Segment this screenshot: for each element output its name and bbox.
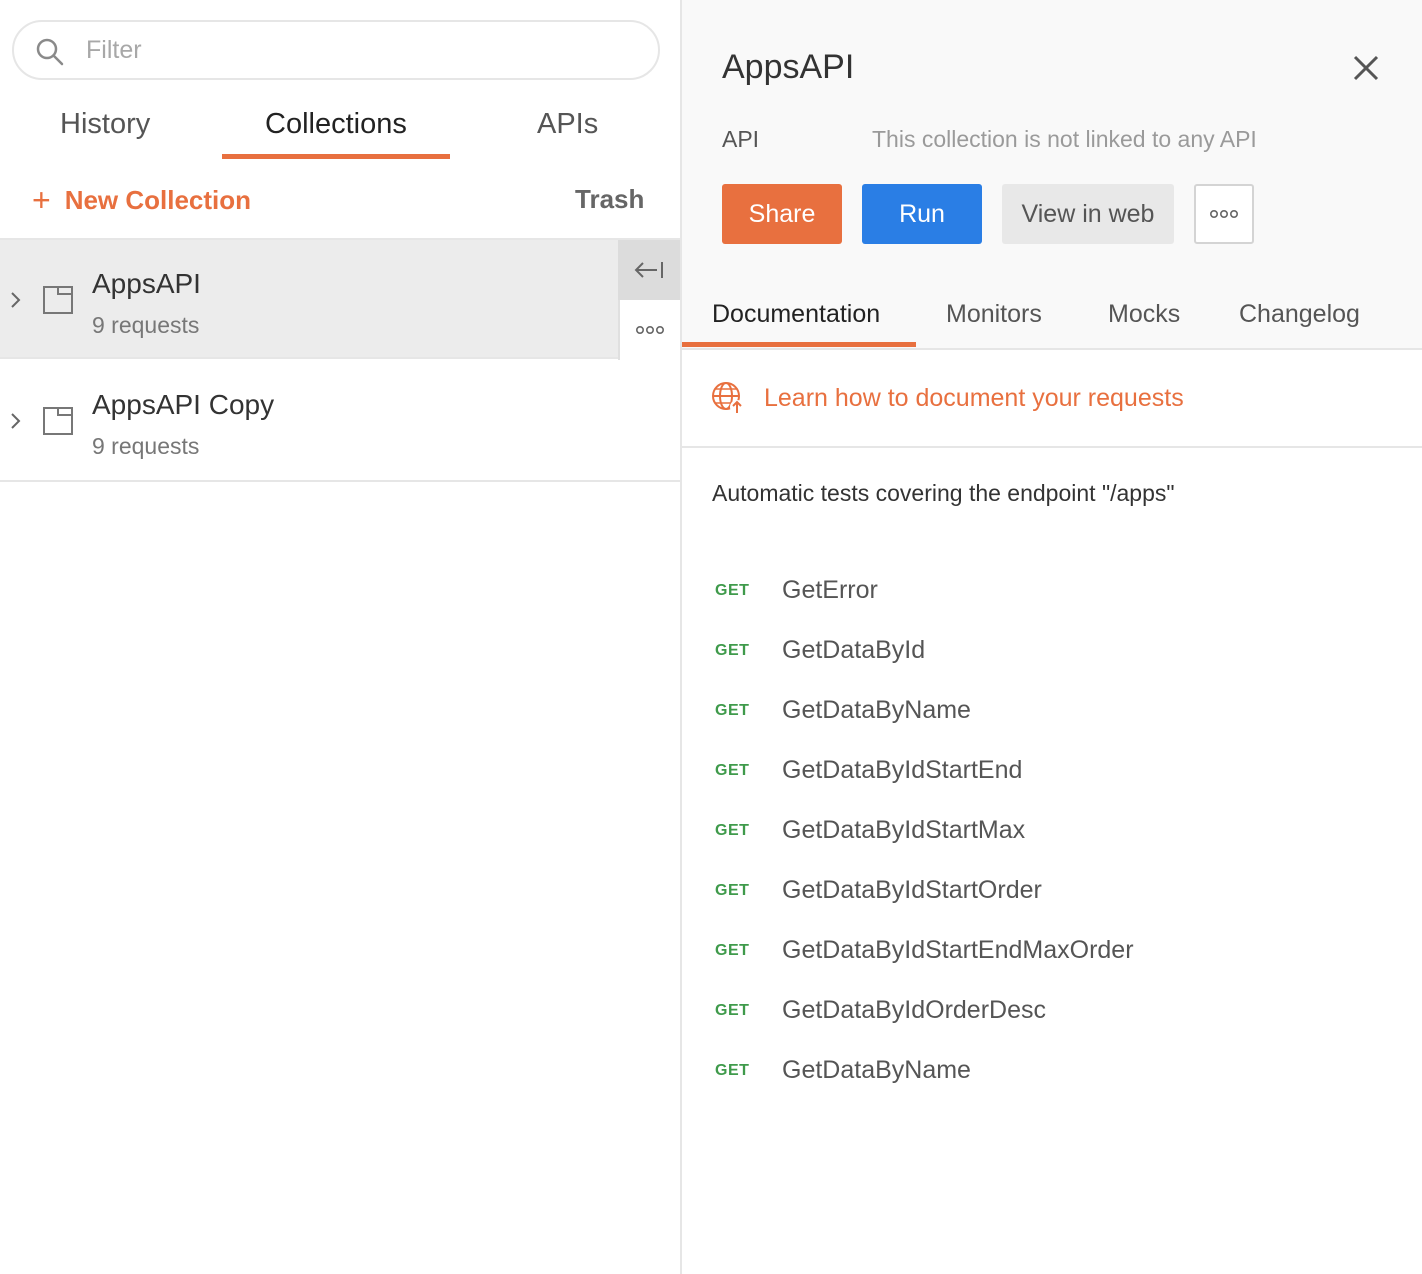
request-item[interactable]: GET GetDataByIdStartMax (682, 800, 1422, 860)
tab-collections[interactable]: Collections (265, 108, 407, 141)
method-badge: GET (715, 642, 750, 659)
request-item[interactable]: GET GetDataByIdStartOrder (682, 860, 1422, 920)
new-collection-button[interactable]: + New Collection (32, 184, 251, 216)
filter-input[interactable] (86, 32, 646, 68)
sidebar-tabs: History Collections APIs (0, 100, 680, 160)
collection-name: AppsAPI (92, 268, 201, 299)
run-button[interactable]: Run (862, 184, 982, 244)
api-label: API (722, 126, 760, 152)
method-badge: GET (715, 702, 750, 719)
method-badge: GET (715, 882, 750, 899)
request-name: GetDataByName (782, 1056, 971, 1084)
request-item[interactable]: GET GetDataById (682, 620, 1422, 680)
new-collection-label: New Collection (64, 184, 252, 215)
request-name: GetError (782, 576, 878, 604)
collection-more-button[interactable] (618, 300, 680, 360)
collection-actions: + New Collection Trash (0, 176, 680, 224)
request-name: GetDataByIdStartEnd (782, 756, 1023, 784)
tab-apis[interactable]: APIs (537, 108, 598, 141)
collection-item[interactable]: AppsAPI 9 requests (0, 238, 680, 360)
request-name: GetDataByIdStartOrder (782, 876, 1042, 904)
active-tab-indicator (682, 342, 916, 347)
learn-row: Learn how to document your requests (682, 350, 1422, 448)
share-button[interactable]: Share (722, 184, 842, 244)
request-name: GetDataByIdStartMax (782, 816, 1026, 844)
collection-count: 9 requests (92, 312, 200, 338)
request-item[interactable]: GET GetDataByIdOrderDesc (682, 980, 1422, 1040)
collection-item[interactable]: AppsAPI Copy 9 requests (0, 361, 680, 482)
globe-upload-icon (712, 382, 744, 414)
collection-count: 9 requests (92, 433, 200, 459)
method-badge: GET (715, 942, 750, 959)
request-name: GetDataById (782, 636, 926, 664)
request-item[interactable]: GET GetError (682, 560, 1422, 620)
sidebar: History Collections APIs + New Collectio… (0, 0, 680, 1274)
tab-mocks[interactable]: Mocks (1108, 300, 1180, 329)
active-tab-indicator (222, 154, 450, 159)
chevron-right-icon[interactable] (8, 409, 24, 433)
folder-icon (43, 407, 73, 435)
tab-changelog[interactable]: Changelog (1239, 300, 1360, 329)
detail-tabs: Documentation Monitors Mocks Changelog (682, 290, 1422, 350)
detail-header: AppsAPI API This collection is not linke… (682, 0, 1422, 350)
close-icon[interactable] (1352, 54, 1380, 82)
folder-icon (43, 286, 73, 314)
tab-history[interactable]: History (60, 108, 150, 141)
plus-icon: + (32, 182, 51, 218)
collection-detail-panel: AppsAPI API This collection is not linke… (682, 0, 1422, 1274)
request-name: GetDataByName (782, 696, 971, 724)
detail-title: AppsAPI (722, 48, 855, 86)
learn-docs-link[interactable]: Learn how to document your requests (764, 384, 1184, 413)
more-icon (1209, 209, 1238, 219)
request-item[interactable]: GET GetDataByName (682, 1040, 1422, 1100)
request-name: GetDataByIdStartEndMaxOrder (782, 936, 1134, 964)
method-badge: GET (715, 582, 750, 599)
collapse-left-icon (634, 262, 663, 278)
request-item[interactable]: GET GetDataByIdStartEnd (682, 740, 1422, 800)
view-in-web-button[interactable]: View in web (1002, 184, 1174, 244)
trash-button[interactable]: Trash (575, 184, 644, 215)
request-item[interactable]: GET GetDataByIdStartEndMaxOrder (682, 920, 1422, 980)
search-icon (36, 38, 64, 66)
method-badge: GET (715, 1062, 750, 1079)
request-name: GetDataByIdOrderDesc (782, 996, 1046, 1024)
collection-name: AppsAPI Copy (92, 389, 275, 420)
tab-monitors[interactable]: Monitors (946, 300, 1042, 329)
tab-documentation[interactable]: Documentation (712, 300, 880, 329)
collapse-button[interactable] (618, 240, 680, 300)
collection-side-buttons (618, 240, 680, 360)
api-link-status: This collection is not linked to any API (872, 126, 1257, 152)
chevron-right-icon[interactable] (8, 288, 24, 312)
collection-description: Automatic tests covering the endpoint "/… (712, 480, 1175, 506)
filter-box[interactable] (12, 20, 660, 80)
request-item[interactable]: GET GetDataByName (682, 680, 1422, 740)
detail-more-button[interactable] (1194, 184, 1254, 244)
method-badge: GET (715, 1002, 750, 1019)
method-badge: GET (715, 822, 750, 839)
more-icon (635, 325, 664, 335)
method-badge: GET (715, 762, 750, 779)
